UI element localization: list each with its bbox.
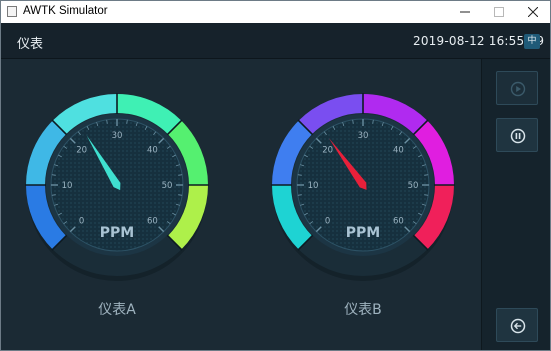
gauge-tick-label: 60: [393, 216, 404, 226]
window-title: AWTK Simulator: [23, 5, 108, 17]
gauge-tick-label: 20: [76, 146, 87, 156]
gauge-a-label: 仪表A: [98, 302, 136, 318]
gauge-tick-label: 30: [358, 131, 369, 141]
language-button[interactable]: 中: [524, 34, 540, 49]
gauge-tick-label: 0: [79, 216, 84, 226]
play-icon: [510, 81, 526, 97]
gauge-tick-label: 50: [408, 181, 419, 191]
close-button[interactable]: [516, 1, 550, 23]
app-header: 仪表 2019-08-12 16:55:59 中: [1, 23, 550, 59]
back-button[interactable]: [496, 308, 538, 342]
gauge-tick-label: 50: [162, 181, 173, 191]
gauge-tick-label: 0: [325, 216, 330, 226]
gauge-tick-label: 20: [322, 146, 333, 156]
pause-button[interactable]: [496, 118, 538, 152]
maximize-icon: [494, 7, 504, 17]
minimize-icon: [460, 11, 470, 13]
control-sidebar: [481, 59, 550, 350]
gauge-tick-label: 40: [147, 146, 158, 156]
gauge-tick-label: 10: [62, 181, 73, 191]
gauge-tick-label: 60: [147, 216, 158, 226]
pause-icon: [510, 128, 526, 144]
gauge-panel: 0 10 20 30 40 50 60 PPM 0 10 20 30 40 50 60 PPM 仪表A 仪表…: [1, 59, 481, 350]
gauge-b: 0 10 20 30 40 50 60 PPM: [271, 93, 455, 281]
close-icon: [528, 7, 538, 17]
maximize-button[interactable]: [482, 1, 516, 23]
play-button[interactable]: [496, 71, 538, 105]
gauge-tick-label: 10: [308, 181, 319, 191]
minimize-button[interactable]: [448, 1, 482, 23]
gauge-unit-label: PPM: [346, 225, 380, 241]
gauge-unit-label: PPM: [100, 225, 134, 241]
app-icon: [7, 6, 17, 17]
back-icon: [510, 318, 526, 334]
gauge-b-label: 仪表B: [344, 302, 382, 318]
title-bar: AWTK Simulator: [1, 1, 550, 23]
app-window: AWTK Simulator 仪表 2019-08-12 16:55:59 中 …: [0, 0, 551, 351]
page-title: 仪表: [17, 37, 44, 52]
gauge-tick-label: 40: [393, 146, 404, 156]
gauge-a: 0 10 20 30 40 50 60 PPM: [25, 93, 209, 281]
gauge-tick-label: 30: [112, 131, 123, 141]
